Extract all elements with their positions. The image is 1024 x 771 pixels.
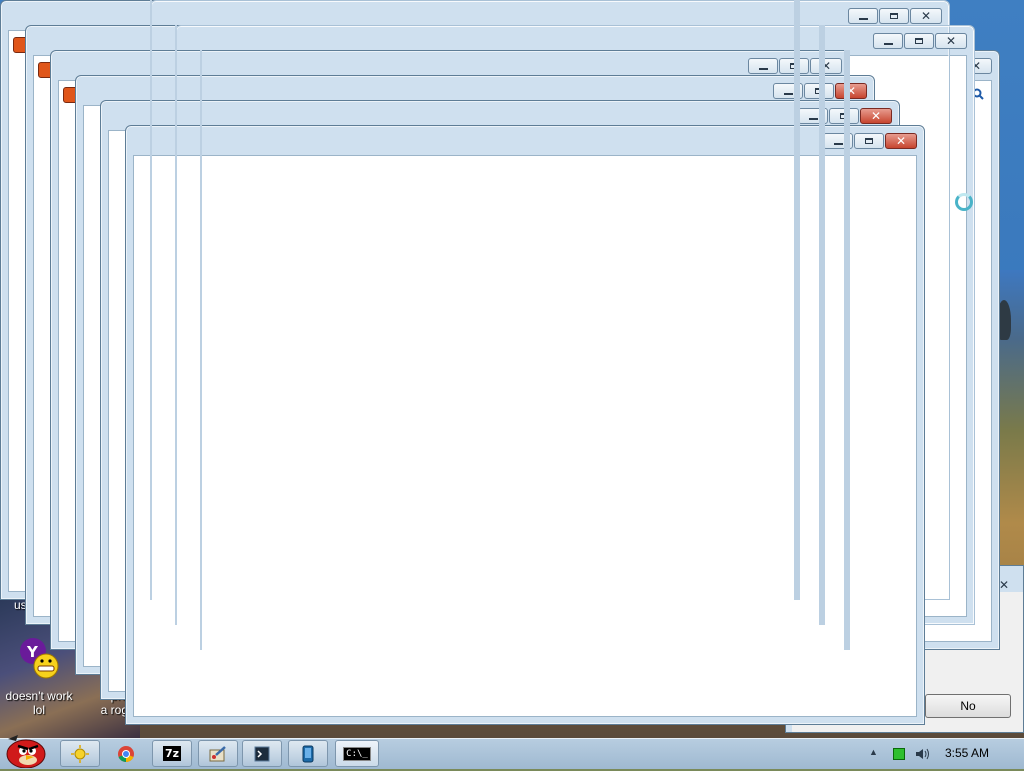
close-button[interactable]: ✕ — [860, 108, 892, 124]
taskbar-item-7zip[interactable]: 7z — [152, 740, 192, 767]
volume-icon[interactable] — [914, 747, 930, 764]
start-button[interactable] — [2, 733, 50, 769]
show-hidden-icons-button[interactable]: ▲ — [869, 747, 878, 757]
close-button[interactable]: ✕ — [935, 33, 967, 49]
no-button[interactable]: No — [925, 694, 1011, 718]
window-body — [133, 155, 917, 717]
minimize-button[interactable] — [798, 108, 828, 124]
angry-bird-icon — [6, 735, 46, 769]
taskbar-item-sun[interactable] — [60, 740, 100, 767]
terminal-icon — [254, 746, 270, 761]
desktop-icon-label-2-line2: a rog — [100, 703, 128, 717]
window-controls: ✕ — [848, 8, 942, 24]
close-icon: ✕ — [945, 34, 957, 48]
minimize-icon — [833, 142, 843, 145]
minimize-icon — [858, 17, 868, 20]
busy-cursor-icon — [955, 193, 973, 211]
taskbar-clock[interactable]: 3:55 AM — [945, 746, 989, 760]
maximize-icon — [840, 113, 848, 119]
maximize-button[interactable] — [904, 33, 934, 49]
maximize-icon — [815, 88, 823, 94]
taskbar-item-paint[interactable] — [198, 740, 238, 767]
cmd-icon: C:\_ — [343, 746, 371, 761]
window-controls: ✕ — [773, 83, 867, 99]
taskbar-item-terminal[interactable] — [242, 740, 282, 767]
maximize-icon — [865, 138, 873, 144]
maximize-button[interactable] — [829, 108, 859, 124]
close-icon: ✕ — [920, 9, 932, 23]
window-controls: ✕ — [798, 108, 892, 124]
network-icon[interactable] — [893, 748, 905, 760]
window-controls: ✕ — [823, 133, 917, 149]
maximize-button[interactable] — [854, 133, 884, 149]
minimize-button[interactable] — [848, 8, 878, 24]
maximize-button[interactable] — [879, 8, 909, 24]
taskbar-item-chrome[interactable] — [106, 740, 146, 767]
close-button[interactable]: ✕ — [910, 8, 942, 24]
7zip-icon: 7z — [162, 746, 182, 761]
phone-icon — [302, 745, 314, 762]
desktop-icon-label-line1: doesn't work — [5, 689, 73, 703]
close-icon: ✕ — [845, 84, 857, 98]
maximize-icon — [890, 13, 898, 19]
paint-icon — [209, 745, 226, 761]
minimize-icon — [808, 117, 818, 120]
chrome-icon — [118, 745, 134, 762]
sun-icon — [71, 744, 89, 763]
close-button[interactable]: ✕ — [835, 83, 867, 99]
taskbar-item-phone[interactable] — [288, 740, 328, 767]
desktop-icon-label-line2: lol — [32, 703, 45, 717]
minimize-button[interactable] — [773, 83, 803, 99]
minimize-icon — [883, 42, 893, 45]
close-button[interactable]: ✕ — [885, 133, 917, 149]
close-icon: ✕ — [870, 109, 882, 123]
maximize-button[interactable] — [804, 83, 834, 99]
taskbar-item-cmd[interactable]: C:\_ — [335, 740, 379, 767]
desktop-icon-label[interactable]: doesn't work lol — [3, 689, 75, 717]
close-icon: ✕ — [895, 134, 907, 148]
minimize-button[interactable] — [823, 133, 853, 149]
minimize-icon — [783, 92, 793, 95]
minimize-button[interactable] — [873, 33, 903, 49]
window-controls: ✕ — [873, 33, 967, 49]
window-8[interactable]: ✕ — [125, 125, 925, 725]
maximize-icon — [915, 38, 923, 44]
